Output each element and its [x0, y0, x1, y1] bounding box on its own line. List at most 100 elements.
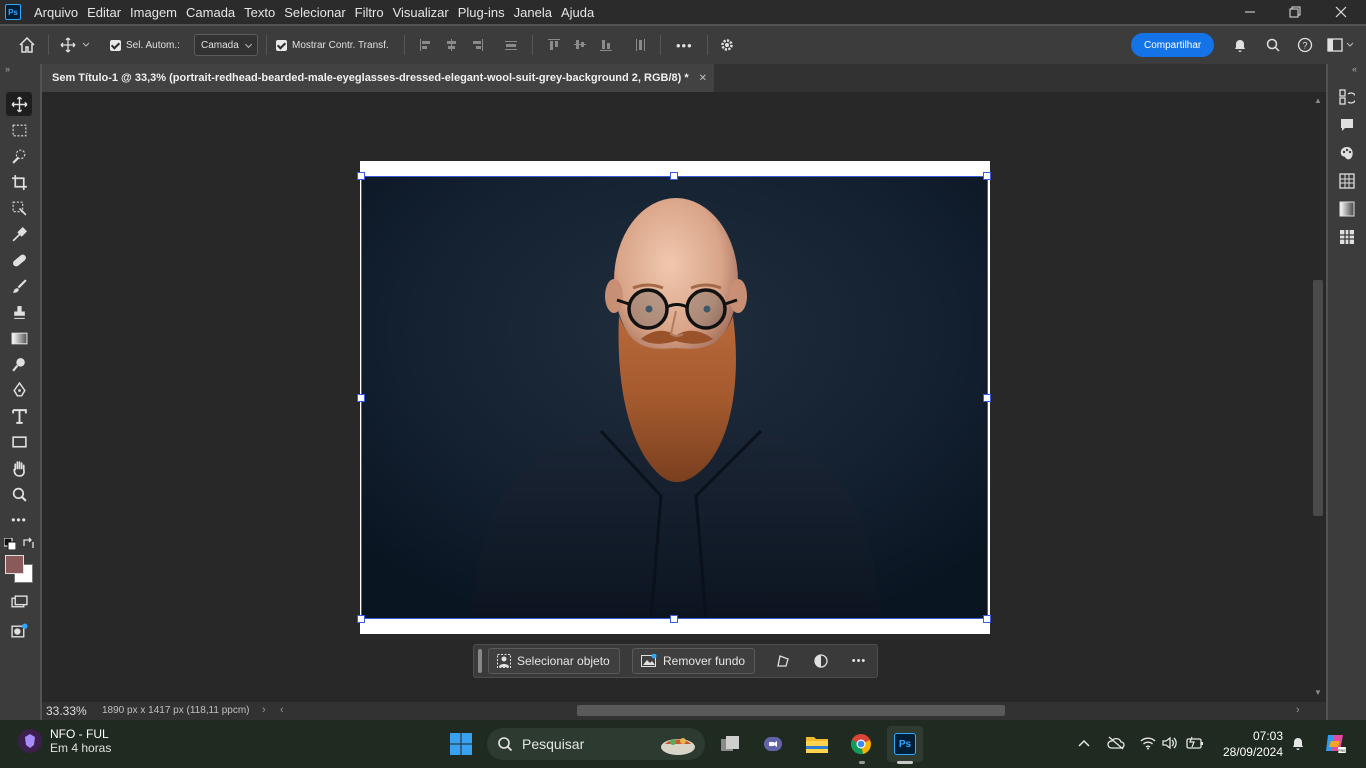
remove-background-button[interactable]: Remover fundo — [632, 648, 756, 674]
type-tool[interactable] — [6, 404, 32, 428]
brush-tool[interactable] — [6, 274, 32, 298]
copilot-button[interactable]: PRE — [1323, 731, 1347, 755]
hand-tool[interactable] — [6, 456, 32, 480]
transform-bounding-box[interactable] — [361, 176, 988, 619]
screen-mode-button[interactable] — [6, 590, 32, 614]
pen-tool[interactable] — [6, 378, 32, 402]
share-button[interactable]: Compartilhar — [1131, 33, 1215, 57]
close-tab-icon[interactable]: ✕ — [699, 73, 707, 84]
eyedropper-tool[interactable] — [6, 222, 32, 246]
vertical-scrollbar[interactable]: ▲ ▼ — [1310, 92, 1326, 702]
menu-selecionar[interactable]: Selecionar — [284, 5, 353, 20]
search-button[interactable] — [1265, 26, 1281, 64]
menu-editar[interactable]: Editar — [87, 5, 129, 20]
auto-select-checkbox[interactable]: Sel. Autom.: — [110, 26, 180, 64]
menu-ajuda[interactable]: Ajuda — [561, 5, 602, 20]
healing-brush-tool[interactable] — [6, 248, 32, 272]
document-tab[interactable]: Sem Título-1 @ 33,3% (portrait-redhead-b… — [42, 64, 714, 92]
wifi-button[interactable] — [1139, 734, 1157, 752]
collapse-panel-icon[interactable]: » — [5, 64, 10, 74]
dodge-tool[interactable] — [6, 352, 32, 376]
scroll-right-icon[interactable]: › — [1296, 704, 1300, 716]
foreground-color-swatch[interactable] — [5, 555, 24, 574]
transform-handle-bottom-left[interactable] — [357, 615, 365, 623]
volume-button[interactable] — [1161, 734, 1179, 752]
adjustment-button[interactable] — [812, 652, 830, 670]
align-left-button[interactable] — [418, 26, 434, 64]
taskbar-clock[interactable]: 07:03 28/09/2024 — [1219, 728, 1283, 760]
settings-button[interactable] — [719, 26, 735, 64]
align-center-h-button[interactable] — [444, 26, 460, 64]
close-button[interactable] — [1318, 0, 1364, 24]
help-button[interactable]: ? — [1297, 26, 1313, 64]
zoom-tool[interactable] — [6, 482, 32, 506]
status-menu-arrow[interactable]: › — [262, 704, 266, 716]
menu-plugins[interactable]: Plug-ins — [458, 5, 513, 20]
gradient-tool[interactable] — [6, 326, 32, 350]
notifications-button[interactable] — [1232, 26, 1248, 64]
transform-handle-top[interactable] — [670, 172, 678, 180]
history-panel-button[interactable] — [1338, 88, 1356, 106]
menu-filtro[interactable]: Filtro — [355, 5, 392, 20]
horizontal-scroll-thumb[interactable] — [577, 705, 1005, 716]
move-tool[interactable] — [6, 92, 32, 116]
align-bottom-button[interactable] — [598, 26, 614, 64]
weather-widget[interactable]: NFO - FUL Em 4 horas — [18, 727, 111, 755]
expand-panels-icon[interactable]: « — [1352, 64, 1357, 74]
transform-handle-bottom[interactable] — [670, 615, 678, 623]
teams-app[interactable] — [755, 726, 791, 762]
align-middle-v-button[interactable] — [572, 26, 588, 64]
scroll-up-icon[interactable]: ▲ — [1314, 96, 1322, 105]
battery-button[interactable] — [1186, 734, 1204, 752]
vertical-scroll-thumb[interactable] — [1313, 280, 1323, 516]
onedrive-button[interactable] — [1107, 734, 1125, 752]
show-transform-checkbox[interactable]: Mostrar Contr. Transf. — [276, 26, 389, 64]
more-options-button[interactable]: ••• — [676, 26, 693, 64]
workspace-button[interactable] — [1327, 26, 1354, 64]
crop-tool[interactable] — [6, 170, 32, 194]
select-object-button[interactable]: Selecionar objeto — [488, 648, 620, 674]
swatches-panel-button[interactable] — [1338, 172, 1356, 190]
scroll-left-icon[interactable]: ‹ — [280, 704, 284, 716]
start-button[interactable] — [443, 726, 479, 762]
task-view-button[interactable] — [712, 726, 748, 762]
comments-panel-button[interactable] — [1338, 116, 1356, 134]
distribute-button[interactable] — [503, 26, 519, 64]
rectangle-tool[interactable] — [6, 430, 32, 454]
quick-mask-button[interactable] — [6, 619, 32, 643]
patterns-panel-button[interactable] — [1338, 228, 1356, 246]
menu-camada[interactable]: Camada — [186, 5, 243, 20]
chrome-app[interactable] — [843, 726, 879, 762]
gradients-panel-button[interactable] — [1338, 200, 1356, 218]
scroll-down-icon[interactable]: ▼ — [1314, 688, 1322, 697]
home-button[interactable] — [18, 26, 36, 64]
default-colors-icon[interactable] — [4, 538, 16, 550]
move-tool-preset[interactable] — [60, 26, 91, 64]
context-more-button[interactable]: ••• — [848, 652, 870, 670]
menu-arquivo[interactable]: Arquivo — [34, 5, 86, 20]
distribute-v-button[interactable] — [632, 26, 648, 64]
photoshop-app[interactable]: Ps — [887, 726, 923, 762]
menu-texto[interactable]: Texto — [244, 5, 283, 20]
menu-imagem[interactable]: Imagem — [130, 5, 185, 20]
zoom-level[interactable]: 33.33% — [46, 704, 87, 718]
transform-options-button[interactable] — [774, 652, 792, 670]
drag-handle[interactable] — [478, 649, 482, 673]
transform-handle-right[interactable] — [983, 394, 991, 402]
show-hidden-icons-button[interactable] — [1075, 734, 1093, 752]
transform-handle-bottom-right[interactable] — [983, 615, 991, 623]
transform-handle-top-left[interactable] — [357, 172, 365, 180]
frame-tool[interactable] — [6, 196, 32, 220]
quick-selection-tool[interactable] — [6, 144, 32, 168]
marquee-tool[interactable] — [6, 118, 32, 142]
clone-stamp-tool[interactable] — [6, 300, 32, 324]
align-top-button[interactable] — [546, 26, 562, 64]
file-explorer-app[interactable] — [799, 726, 835, 762]
notification-center-button[interactable] — [1289, 734, 1307, 752]
auto-select-dropdown[interactable]: Camada — [194, 34, 258, 56]
minimize-button[interactable] — [1227, 0, 1273, 24]
transform-handle-left[interactable] — [357, 394, 365, 402]
taskbar-search[interactable]: Pesquisar — [487, 728, 705, 760]
align-right-button[interactable] — [469, 26, 485, 64]
transform-handle-top-right[interactable] — [983, 172, 991, 180]
